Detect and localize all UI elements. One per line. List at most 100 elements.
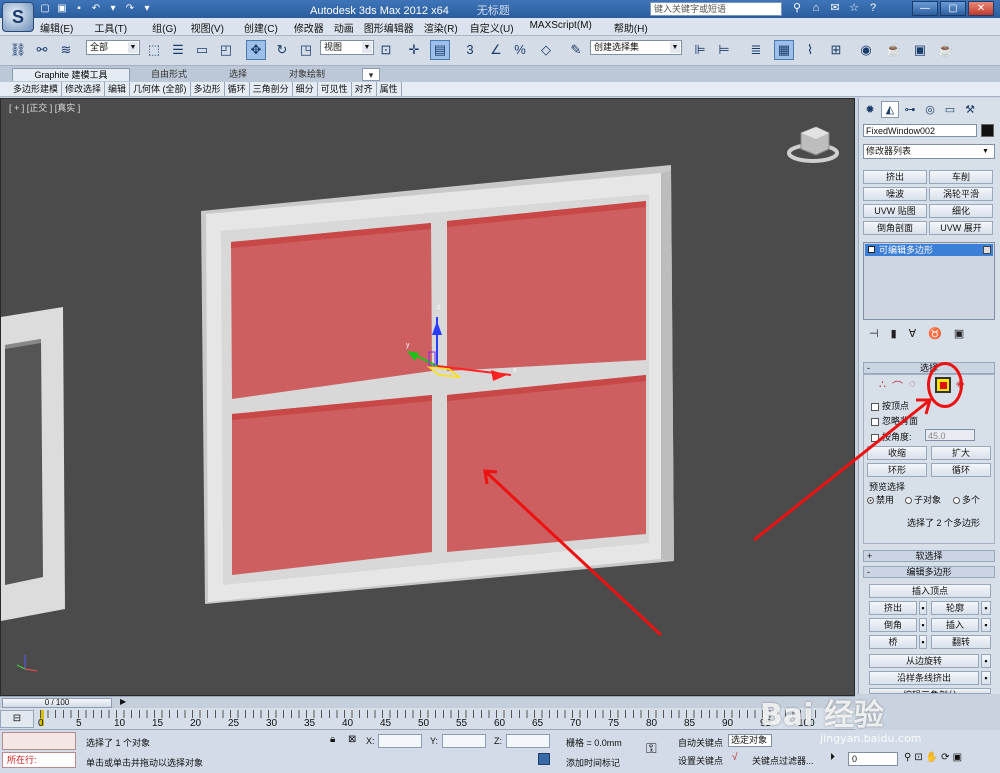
render-setup-icon[interactable]: ☕	[884, 40, 904, 60]
outline-button[interactable]: 轮廓	[931, 601, 979, 615]
snaps-toggle-icon[interactable]: 3	[460, 40, 480, 60]
hierarchy-tab-icon[interactable]: ⊶	[901, 101, 919, 118]
maximize-viewport-icon[interactable]: ▣	[953, 752, 962, 763]
ribbon-panel[interactable]: 属性	[377, 82, 402, 96]
menu-item[interactable]: 视图(V)	[191, 20, 224, 35]
time-tag-icon[interactable]	[538, 753, 550, 765]
chevron-down-icon[interactable]: ▾	[140, 2, 154, 15]
maxscript-listener[interactable]	[2, 732, 76, 750]
key-filters-button[interactable]: 关键点过滤器...	[752, 754, 814, 767]
tab-freeform[interactable]: 自由形式	[138, 68, 200, 81]
x-coordinate-input[interactable]	[378, 734, 422, 748]
subscription-icon[interactable]: ⌂	[809, 2, 823, 15]
bind-space-warp-icon[interactable]: ≋	[56, 40, 76, 60]
ribbon-panel[interactable]: 几何体 (全部)	[130, 82, 191, 96]
inset-button[interactable]: 插入	[931, 618, 979, 632]
menu-item[interactable]: 编辑(E)	[40, 20, 73, 35]
new-file-icon[interactable]: ▢	[38, 2, 52, 15]
viewport-perspective[interactable]: [ + ] [正交 ] [真实 ] z x y	[0, 98, 855, 696]
ribbon-panel[interactable]: 多边形	[191, 82, 225, 96]
close-button[interactable]: ✕	[968, 1, 994, 16]
current-frame-input[interactable]: 0	[848, 752, 898, 766]
bevel-button[interactable]: 倒角	[869, 618, 917, 632]
save-icon[interactable]: ▪	[72, 2, 86, 15]
menu-item[interactable]: 工具(T)	[94, 20, 127, 35]
mirror-icon[interactable]: ⊫	[690, 40, 710, 60]
select-object-icon[interactable]: ⬚	[144, 40, 164, 60]
favorites-icon[interactable]: ☆	[847, 2, 861, 15]
move-icon[interactable]: ✥	[246, 40, 266, 60]
time-slider-next-icon[interactable]: ▶	[120, 697, 126, 706]
key-mode-dropdown[interactable]: 选定对象	[728, 734, 772, 747]
menu-item[interactable]: 帮助(H)	[614, 20, 648, 35]
ribbon-panel[interactable]: 对齐	[352, 82, 377, 96]
menu-item[interactable]: 组(G)	[152, 20, 176, 35]
inset-settings-icon[interactable]: ▪	[981, 618, 991, 632]
z-coordinate-input[interactable]	[506, 734, 550, 748]
rollout-edit-polygons-header[interactable]: - 编辑多边形	[863, 566, 995, 578]
menu-item[interactable]: 动画	[334, 20, 354, 35]
extrude-button[interactable]: 挤出	[869, 601, 917, 615]
menu-item[interactable]: 图形编辑器	[364, 20, 414, 35]
outline-settings-icon[interactable]: ▪	[981, 601, 991, 615]
modifier-extrude-button[interactable]: 挤出	[863, 170, 927, 184]
hinge-from-edge-button[interactable]: 从边旋转	[869, 654, 979, 668]
tab-graphite[interactable]: Graphite 建模工具	[12, 68, 130, 81]
rollout-soft-selection-header[interactable]: + 软选择	[863, 550, 995, 562]
zoom-icon[interactable]: ⚲	[904, 752, 911, 763]
select-manipulate-icon[interactable]: ✛	[404, 40, 424, 60]
modifier-tessellate-button[interactable]: 细化	[929, 204, 993, 218]
open-file-icon[interactable]: ▣	[55, 2, 69, 15]
ribbon-options-icon[interactable]: ▾	[362, 68, 380, 81]
material-editor-icon[interactable]: ◉	[856, 40, 876, 60]
ribbon-panel[interactable]: 编辑	[105, 82, 131, 96]
spinner-snap-icon[interactable]: ◇	[536, 40, 556, 60]
pin-stack-icon[interactable]: ⊣	[869, 327, 879, 340]
rendered-frame-icon[interactable]: ▣	[910, 40, 930, 60]
help-icon[interactable]: ?	[866, 2, 880, 15]
flip-button[interactable]: 翻转	[931, 635, 991, 649]
menu-item[interactable]: MAXScript(M)	[530, 20, 592, 35]
create-tab-icon[interactable]: ✹	[861, 101, 879, 118]
modifier-noise-button[interactable]: 噪波	[863, 187, 927, 201]
unlink-icon[interactable]: ⚯	[32, 40, 52, 60]
ribbon-panel[interactable]: 修改选择	[62, 82, 106, 96]
key-icon[interactable]: ⚿	[646, 740, 657, 757]
add-time-tag-button[interactable]: 添加时间标记	[566, 756, 620, 769]
edit-triangulation-button[interactable]: 编辑三角剖分	[869, 688, 991, 694]
curve-editor-icon[interactable]: ⌇	[800, 40, 820, 60]
help-search-input[interactable]: 键入关键字或短语	[650, 2, 782, 16]
angle-snap-icon[interactable]: ∠	[486, 40, 506, 60]
time-configuration-icon[interactable]: ⏵	[830, 752, 844, 766]
keyboard-shortcut-override-icon[interactable]: ▤	[430, 40, 450, 60]
absolute-mode-icon[interactable]: ⊠	[348, 734, 356, 745]
y-coordinate-input[interactable]	[442, 734, 486, 748]
ribbon-panel[interactable]: 循环	[225, 82, 250, 96]
menu-item[interactable]: 自定义(U)	[470, 20, 514, 35]
preview-multi-radio[interactable]: 多个	[953, 493, 980, 506]
graphite-toggle-icon[interactable]: ▦	[774, 40, 794, 60]
ribbon-panel[interactable]: 细分	[293, 82, 318, 96]
time-slider-thumb[interactable]: 0 / 100	[2, 698, 112, 708]
extrude-settings-icon[interactable]: ▪	[919, 601, 927, 615]
maximize-button[interactable]: ▢	[940, 1, 966, 16]
object-color-swatch[interactable]	[981, 124, 994, 137]
window-crossing-icon[interactable]: ◰	[216, 40, 236, 60]
rotate-icon[interactable]: ↻	[272, 40, 292, 60]
modifier-unwrap-uvw-button[interactable]: UVW 展开	[929, 221, 993, 235]
maxscript-mini-listener[interactable]: 所在行:	[2, 752, 76, 768]
bridge-button[interactable]: 桥	[869, 635, 917, 649]
named-selection-dropdown[interactable]: 创建选择集 ▼	[590, 40, 682, 55]
insert-vertex-button[interactable]: 插入顶点	[869, 584, 991, 598]
edit-named-selection-icon[interactable]: ✎	[566, 40, 586, 60]
modifier-bevel-profile-button[interactable]: 倒角剖面	[863, 221, 927, 235]
object-name-field[interactable]: FixedWindow002	[863, 124, 977, 137]
bridge-settings-icon[interactable]: ▪	[919, 635, 927, 649]
zoom-extents-icon[interactable]: ⊡	[914, 752, 922, 763]
modifier-list-dropdown[interactable]: 修改器列表 ▼	[863, 144, 995, 159]
track-bar[interactable]: ⊟ 0 5 10 15 20 25 30 35 40 45 50 55 60 6…	[0, 708, 855, 730]
menu-item[interactable]: 渲染(R)	[424, 20, 458, 35]
communication-icon[interactable]: ✉	[828, 2, 842, 15]
align-icon[interactable]: ⊨	[714, 40, 734, 60]
layer-manager-icon[interactable]: ≣	[746, 40, 766, 60]
